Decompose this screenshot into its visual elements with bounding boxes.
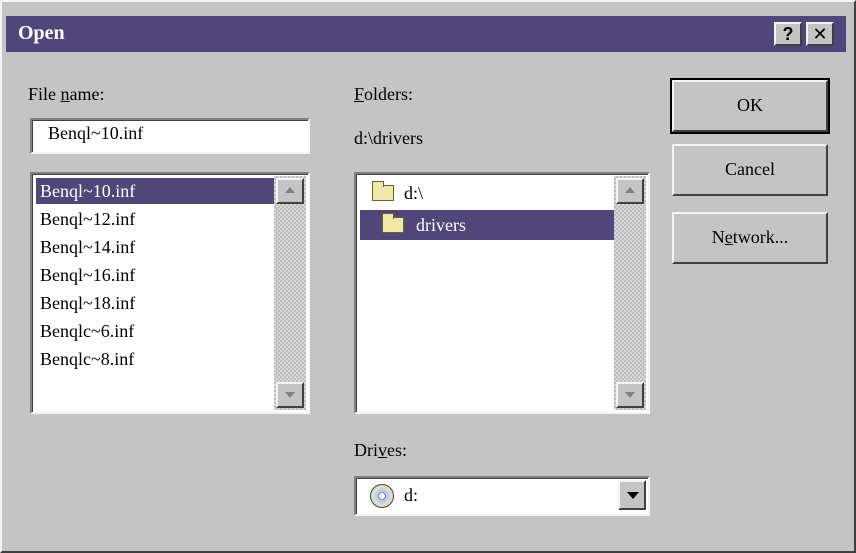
file-list-item[interactable]: Benql~16.inf bbox=[36, 262, 276, 288]
current-path: d:\drivers bbox=[354, 128, 423, 148]
folders-label: Folders: bbox=[354, 84, 414, 104]
folder-list[interactable]: d:\ drivers bbox=[354, 172, 650, 414]
folder-item-drivers[interactable]: drivers bbox=[360, 210, 616, 240]
folder-name: drivers bbox=[416, 215, 466, 235]
file-list-item[interactable]: Benqlc~6.inf bbox=[36, 318, 276, 344]
window-title: Open bbox=[18, 22, 65, 44]
close-button[interactable]: ✕ bbox=[806, 22, 834, 46]
open-dialog: Open ? ✕ File name: Benql~10.inf Benql~1… bbox=[0, 0, 856, 553]
open-folder-icon bbox=[372, 181, 394, 201]
file-list[interactable]: Benql~10.inf Benql~12.inf Benql~14.inf B… bbox=[30, 172, 310, 414]
file-list-item[interactable]: Benql~10.inf bbox=[36, 178, 276, 204]
file-list-item[interactable]: Benqlc~8.inf bbox=[36, 346, 276, 372]
folder-item-root[interactable]: d:\ bbox=[364, 178, 614, 208]
scroll-up-button[interactable] bbox=[276, 178, 304, 204]
open-folder-icon bbox=[382, 213, 404, 233]
arrow-up-icon bbox=[625, 187, 635, 193]
scroll-up-button[interactable] bbox=[616, 178, 644, 204]
cancel-button[interactable]: Cancel bbox=[672, 144, 828, 196]
file-name-input[interactable]: Benql~10.inf bbox=[30, 118, 310, 154]
file-list-item[interactable]: Benql~12.inf bbox=[36, 206, 276, 232]
cd-drive-icon bbox=[370, 484, 394, 508]
arrow-up-icon bbox=[285, 187, 295, 193]
title-bar[interactable]: Open ? ✕ bbox=[6, 16, 846, 52]
folder-name: d:\ bbox=[404, 183, 424, 203]
ok-button[interactable]: OK bbox=[670, 78, 830, 134]
arrow-down-icon bbox=[285, 392, 295, 398]
folder-list-scrollbar[interactable] bbox=[614, 176, 646, 410]
network-button[interactable]: Network... bbox=[672, 212, 828, 264]
drives-label: Drives: bbox=[354, 440, 407, 460]
drives-dropdown[interactable]: d: bbox=[354, 476, 650, 516]
drives-selected-value: d: bbox=[404, 485, 419, 505]
help-button[interactable]: ? bbox=[774, 22, 802, 46]
arrow-down-icon bbox=[625, 392, 635, 398]
scroll-down-button[interactable] bbox=[616, 382, 644, 408]
file-name-label: File name: bbox=[28, 84, 105, 104]
file-list-item[interactable]: Benql~18.inf bbox=[36, 290, 276, 316]
dropdown-arrow-button[interactable] bbox=[618, 480, 646, 510]
scroll-down-button[interactable] bbox=[276, 382, 304, 408]
chevron-down-icon bbox=[627, 492, 639, 499]
file-list-item[interactable]: Benql~14.inf bbox=[36, 234, 276, 260]
file-list-scrollbar[interactable] bbox=[274, 176, 306, 410]
